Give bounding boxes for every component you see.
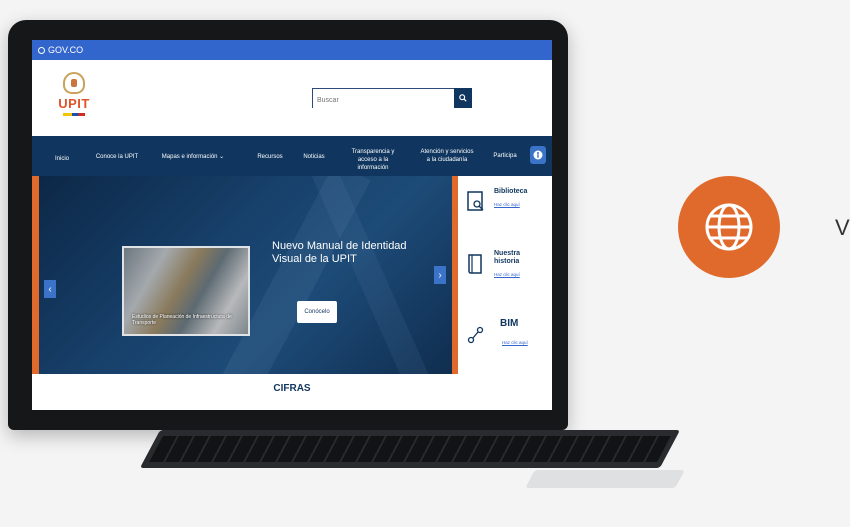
quick-link-title: BIM — [500, 318, 519, 329]
quick-link-bim[interactable]: BIM Haz clic aquí — [464, 316, 552, 366]
nav-item-inicio[interactable]: Inicio — [48, 155, 76, 163]
book-search-icon — [467, 191, 484, 211]
carousel-next-button[interactable]: › — [434, 266, 446, 284]
globe-badge — [678, 176, 780, 278]
accessibility-icon — [533, 150, 543, 160]
nav-item-noticias[interactable]: Noticias — [298, 153, 330, 161]
hero-accent-bar — [32, 176, 39, 374]
nav-item-recursos[interactable]: Recursos — [254, 153, 286, 161]
chevron-down-icon: ⌄ — [219, 154, 225, 160]
quick-link-cta[interactable]: Haz clic aquí — [502, 340, 528, 345]
slide-caption: Estudios de Planeación de Infraestructur… — [132, 314, 232, 326]
cropped-heading: V — [835, 215, 850, 240]
quick-link-title: Biblioteca — [494, 188, 528, 195]
quick-link-biblioteca[interactable]: Biblioteca Haz clic aquí — [464, 184, 552, 234]
search-icon — [459, 94, 467, 102]
gov-co-label: GOV.CO — [48, 45, 84, 55]
gov-co-icon — [38, 46, 45, 54]
search-box — [312, 88, 472, 111]
gov-co-bar[interactable]: GOV.CO — [32, 40, 552, 60]
nav-item-participa[interactable]: Participa — [488, 152, 522, 160]
nav-item-mapas-label: Mapas e información — [161, 154, 218, 160]
quick-link-title: Nuestra historia — [494, 250, 521, 265]
carousel-prev-button[interactable]: ‹ — [44, 280, 56, 298]
slide-image-collage: Estudios de Planeación de Infraestructur… — [122, 246, 250, 336]
quick-link-historia[interactable]: Nuestra historia Haz clic aquí — [464, 246, 552, 296]
main-nav: Inicio Conoce la UPIT Mapas e informació… — [32, 136, 552, 176]
search-button[interactable] — [454, 88, 472, 108]
accessibility-button[interactable] — [530, 146, 546, 164]
nav-item-atencion[interactable]: Atención y servicios a la ciudadanía — [418, 148, 476, 164]
hero-carousel: ‹ › Estudios de Planeación de Infraestru… — [32, 176, 552, 374]
chevron-left-icon: ‹ — [48, 283, 52, 295]
site-header: UPIT — [32, 60, 552, 136]
quick-link-cta[interactable]: Haz clic aquí — [494, 202, 520, 207]
nav-item-transparencia[interactable]: Transparencia y acceso a la información — [342, 148, 404, 172]
globe-icon — [705, 203, 753, 251]
slide-cta-button[interactable]: Conócelo — [297, 301, 337, 323]
flag-stripe — [63, 113, 85, 116]
nav-item-mapas[interactable]: Mapas e información ⌄ — [158, 153, 228, 161]
nav-item-conoce[interactable]: Conoce la UPIT — [92, 153, 142, 161]
quick-links-panel: Biblioteca Haz clic aquí Nuestra histori… — [452, 176, 552, 374]
hero-bg-road — [306, 176, 444, 374]
laptop-screen: GOV.CO UPIT Inicio Conoce la UPIT Mapas … — [32, 40, 552, 410]
logo-text: UPIT — [58, 96, 90, 111]
chevron-right-icon: › — [438, 269, 442, 281]
network-icon — [467, 326, 484, 344]
quick-link-cta[interactable]: Haz clic aquí — [494, 272, 520, 277]
book-icon — [468, 254, 482, 274]
section-title-cifras: CIFRAS — [32, 374, 552, 410]
laptop-keyboard — [139, 430, 681, 468]
upit-logo[interactable]: UPIT — [54, 72, 94, 124]
laptop-trackpad — [525, 470, 685, 488]
crest-icon — [63, 72, 85, 94]
scene: GOV.CO UPIT Inicio Conoce la UPIT Mapas … — [0, 0, 850, 527]
slide-title: Nuevo Manual de Identidad Visual de la U… — [272, 240, 407, 265]
search-input[interactable] — [313, 90, 459, 111]
